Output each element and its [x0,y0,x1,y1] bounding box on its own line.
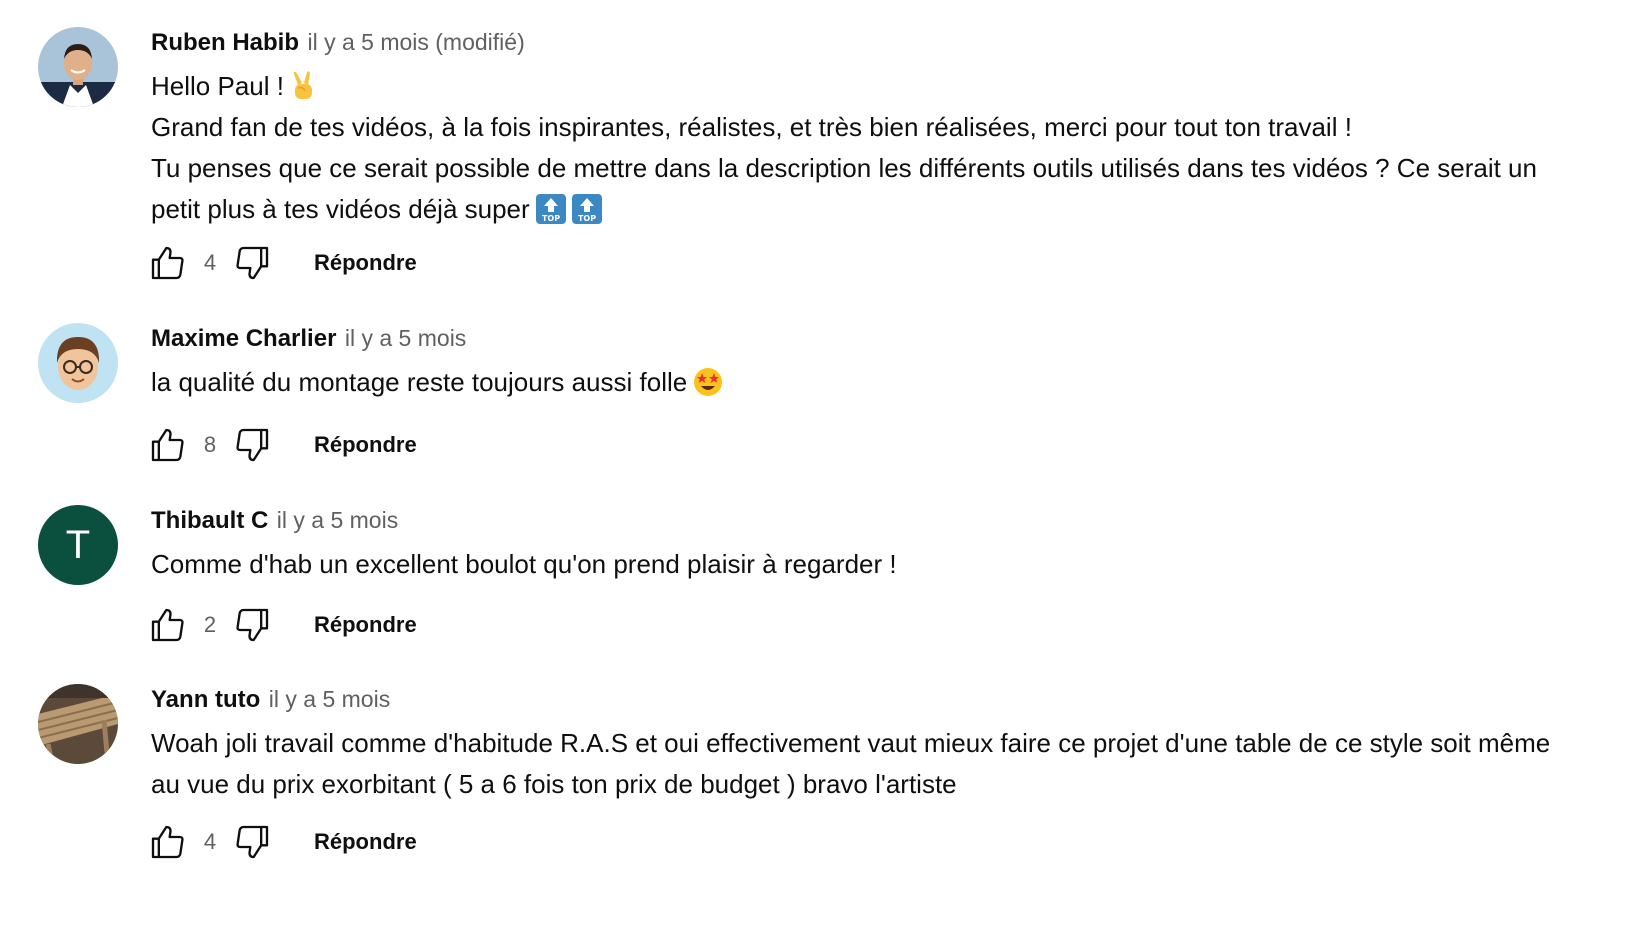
top-arrow-emoji: TOP [535,194,566,224]
avatar-image [38,323,118,403]
like-count: 2 [203,612,217,637]
comment-line: Tu penses que ce serait possible de mett… [151,148,1570,230]
star-struck-emoji [693,367,723,397]
thumbs-down-icon [236,428,269,462]
thumbs-up-icon [151,246,184,280]
avatar[interactable] [38,323,118,403]
comment-text: Woah joli travail comme d'habitude R.A.S… [151,723,1570,805]
comment-time[interactable]: il y a 5 mois [277,507,398,533]
comment-line: Grand fan de tes vidéos, à la fois inspi… [151,112,1352,142]
thumbs-down-icon [236,246,269,280]
thumbs-down-icon [236,608,269,642]
comment-actions: 2 Répondre [146,603,417,647]
top-emoji-label: TOP [542,214,560,223]
reply-button[interactable]: Répondre [314,250,417,276]
comment-body: Yann tuto il y a 5 mois Woah joli travai… [151,684,1570,805]
dislike-button[interactable] [230,820,274,864]
top-emoji-label: TOP [578,214,596,223]
comment-body: Thibault C il y a 5 mois Comme d'hab un … [151,505,1570,585]
like-button[interactable] [146,603,190,647]
author-name[interactable]: Thibault C [151,507,268,534]
like-count: 4 [203,250,217,275]
dislike-button[interactable] [230,423,274,467]
avatar-image [38,684,118,764]
avatar[interactable] [38,27,118,107]
comment-line: la qualité du montage reste toujours aus… [151,362,1570,403]
author-name[interactable]: Maxime Charlier [151,325,336,352]
like-button[interactable] [146,241,190,285]
reply-button[interactable]: Répondre [314,829,417,855]
thumbs-up-icon [151,608,184,642]
comments-section: Ruben Habib il y a 5 mois (modifié) Hell… [0,0,1640,930]
comment-line-text: la qualité du montage reste toujours aus… [151,367,688,397]
like-count: 4 [203,829,217,854]
comment-time[interactable]: il y a 5 mois [345,325,466,351]
comment-line: Comme d'hab un excellent boulot qu'on pr… [151,549,897,579]
comment-time[interactable]: il y a 5 mois [269,686,390,712]
comment-header: Ruben Habib il y a 5 mois (modifié) [151,27,1570,57]
comment-line: Woah joli travail comme d'habitude R.A.S… [151,728,1551,799]
author-name[interactable]: Yann tuto [151,686,260,713]
victory-hand-emoji [290,71,318,101]
like-button[interactable] [146,423,190,467]
thumbs-down-icon [236,825,269,859]
like-count: 8 [203,432,217,457]
comment-line-text: Tu penses que ce serait possible de mett… [151,153,1537,224]
comment-line: Hello Paul ! [151,66,1570,107]
thumbs-up-icon [151,428,184,462]
comment-body: Maxime Charlier il y a 5 mois la qualité… [151,323,1570,403]
avatar[interactable] [38,684,118,764]
author-name[interactable]: Ruben Habib [151,29,299,56]
comment-actions: 8 Répondre [146,423,417,467]
comment-time[interactable]: il y a 5 mois (modifié) [307,29,524,55]
comment-header: Maxime Charlier il y a 5 mois [151,323,1570,353]
comment-text: Hello Paul ! Grand fan de tes vidéos, à … [151,66,1570,230]
avatar[interactable]: T [38,505,118,585]
reply-button[interactable]: Répondre [314,612,417,638]
avatar-image [38,27,118,107]
comment-text: Comme d'hab un excellent boulot qu'on pr… [151,544,1570,585]
dislike-button[interactable] [230,241,274,285]
comment-text: la qualité du montage reste toujours aus… [151,362,1570,403]
top-arrow-emoji: TOP [571,194,602,224]
dislike-button[interactable] [230,603,274,647]
comment-body: Ruben Habib il y a 5 mois (modifié) Hell… [151,27,1570,230]
thumbs-up-icon [151,825,184,859]
comment-header: Thibault C il y a 5 mois [151,505,1570,535]
comment-actions: 4 Répondre [146,241,417,285]
comment-header: Yann tuto il y a 5 mois [151,684,1570,714]
comment-line-text: Hello Paul ! [151,71,284,101]
like-button[interactable] [146,820,190,864]
reply-button[interactable]: Répondre [314,432,417,458]
comment-actions: 4 Répondre [146,820,417,864]
